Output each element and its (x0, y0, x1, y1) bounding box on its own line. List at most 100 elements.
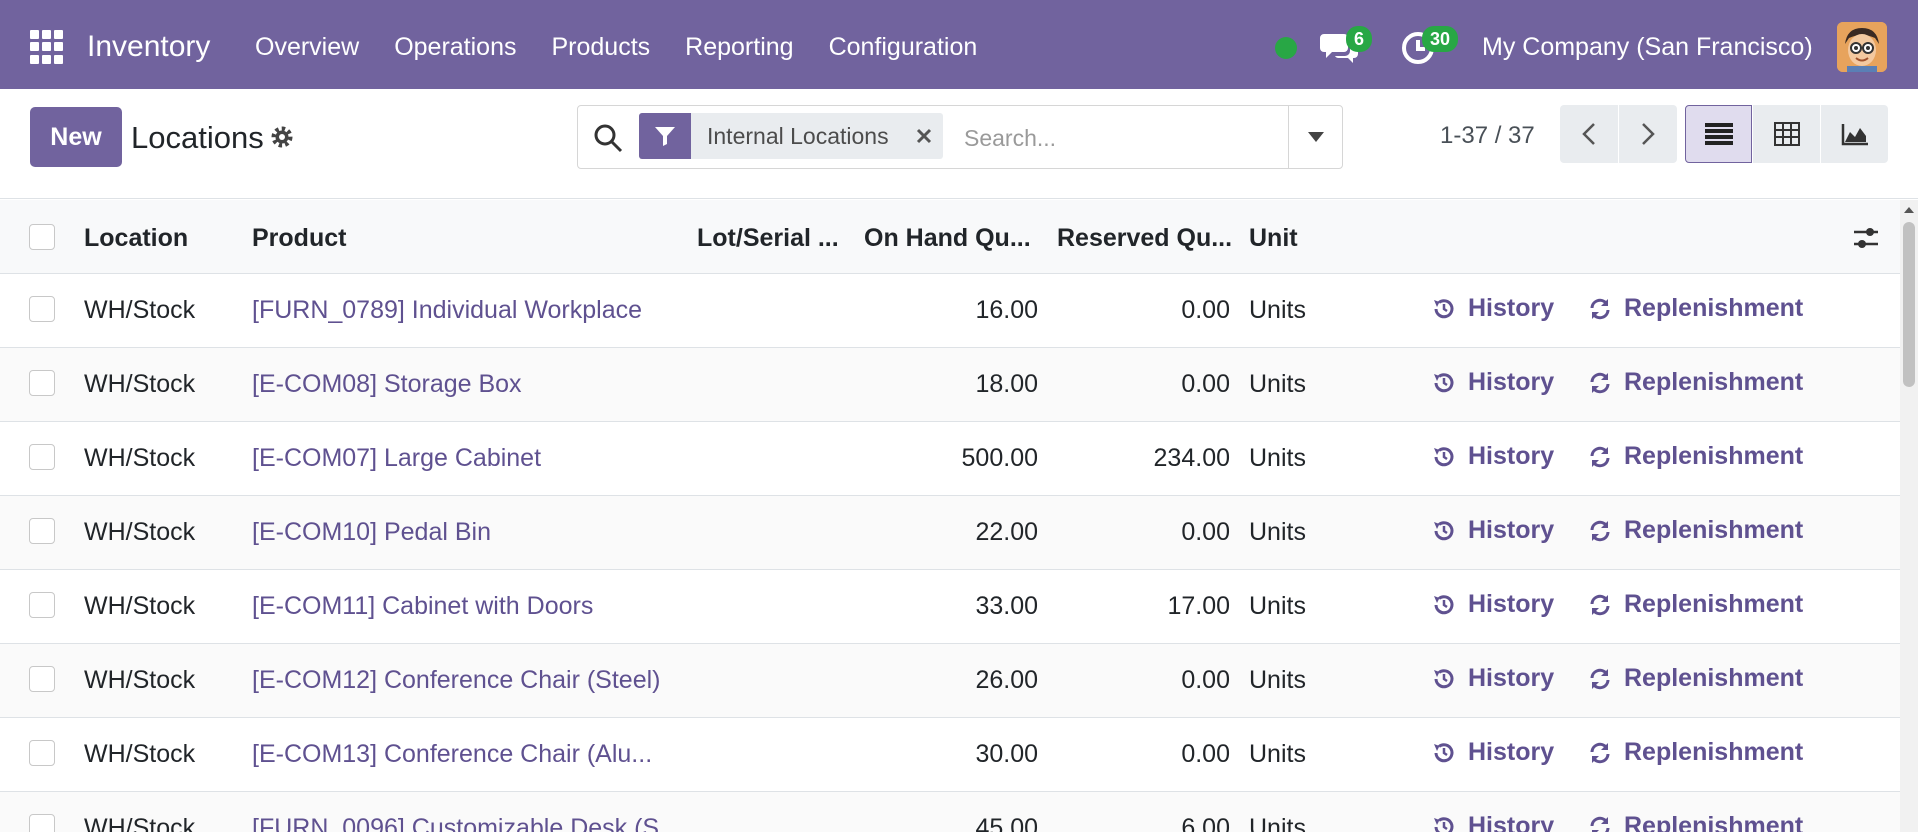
gear-icon[interactable] (269, 124, 295, 150)
row-checkbox[interactable] (29, 518, 55, 544)
header-unit[interactable]: Unit (1249, 224, 1298, 253)
history-button[interactable]: History (1432, 664, 1554, 693)
cell-reserved: 234.00 (1153, 444, 1230, 472)
cell-unit: Units (1249, 592, 1306, 620)
cell-product[interactable]: [E-COM11] Cabinet with Doors (252, 592, 593, 621)
menu-reporting[interactable]: Reporting (685, 33, 793, 62)
replenishment-button[interactable]: Replenishment (1588, 738, 1803, 767)
header-on-hand[interactable]: On Hand Qu... (864, 224, 1031, 253)
replenishment-button[interactable]: Replenishment (1588, 294, 1803, 323)
new-button[interactable]: New (30, 107, 122, 167)
scroll-up-arrow-icon[interactable] (1903, 203, 1915, 217)
optional-columns-icon[interactable] (1852, 224, 1880, 252)
row-checkbox[interactable] (29, 444, 55, 470)
history-button[interactable]: History (1432, 294, 1554, 323)
top-navbar: Inventory Overview Operations Products R… (0, 0, 1918, 89)
close-icon[interactable] (905, 113, 943, 159)
table-icon (1773, 122, 1800, 146)
search-input[interactable] (964, 116, 1284, 160)
history-label: History (1468, 738, 1555, 766)
header-product[interactable]: Product (252, 224, 346, 253)
menu-overview[interactable]: Overview (255, 33, 359, 62)
pivot-view-button[interactable] (1753, 105, 1820, 163)
graph-view-button[interactable] (1821, 105, 1888, 163)
replenishment-button[interactable]: Replenishment (1588, 812, 1803, 832)
history-label: History (1468, 516, 1555, 544)
company-switcher[interactable]: My Company (San Francisco) (1482, 33, 1813, 62)
history-button[interactable]: History (1432, 368, 1554, 397)
table-row[interactable]: WH/Stock [E-COM10] Pedal Bin 22.00 0.00 … (0, 496, 1900, 570)
table-row[interactable]: WH/Stock [E-COM12] Conference Chair (Ste… (0, 644, 1900, 718)
row-checkbox[interactable] (29, 370, 55, 396)
search-facet: Internal Locations (639, 113, 943, 159)
pager-previous-button[interactable] (1560, 105, 1618, 163)
menu-products[interactable]: Products (551, 33, 650, 62)
menu-configuration[interactable]: Configuration (829, 33, 978, 62)
cell-product[interactable]: [FURN_0789] Individual Workplace (252, 296, 642, 325)
table-row[interactable]: WH/Stock [FURN_0789] Individual Workplac… (0, 274, 1900, 348)
replenishment-button[interactable]: Replenishment (1588, 368, 1803, 397)
history-label: History (1468, 442, 1555, 470)
refresh-icon (1590, 372, 1610, 393)
history-button[interactable]: History (1432, 590, 1554, 619)
table-row[interactable]: WH/Stock [E-COM11] Cabinet with Doors 33… (0, 570, 1900, 644)
list-view-button[interactable] (1685, 105, 1752, 163)
cell-product[interactable]: [E-COM10] Pedal Bin (252, 518, 491, 547)
history-button[interactable]: History (1432, 738, 1554, 767)
area-chart-icon (1841, 124, 1868, 146)
search-options-toggle[interactable] (1288, 106, 1342, 168)
row-checkbox[interactable] (29, 592, 55, 618)
table-row[interactable]: WH/Stock [E-COM07] Large Cabinet 500.00 … (0, 422, 1900, 496)
row-checkbox[interactable] (29, 814, 55, 832)
replenishment-button[interactable]: Replenishment (1588, 590, 1803, 619)
apps-menu-icon[interactable] (30, 30, 64, 64)
cell-reserved: 17.00 (1167, 592, 1230, 620)
header-location[interactable]: Location (84, 224, 188, 253)
replenishment-label: Replenishment (1624, 294, 1804, 322)
cell-on-hand: 33.00 (975, 592, 1038, 620)
history-label: History (1468, 664, 1555, 692)
history-icon (1434, 446, 1454, 466)
refresh-icon (1590, 520, 1610, 541)
refresh-icon (1590, 668, 1610, 689)
replenishment-button[interactable]: Replenishment (1588, 664, 1803, 693)
user-avatar[interactable] (1837, 22, 1887, 72)
cell-reserved: 0.00 (1181, 740, 1230, 768)
replenishment-label: Replenishment (1624, 812, 1804, 832)
table-row[interactable]: WH/Stock [FURN_0096] Customizable Desk (… (0, 792, 1900, 832)
history-button[interactable]: History (1432, 812, 1554, 832)
header-reserved[interactable]: Reserved Qu... (1057, 224, 1232, 253)
history-button[interactable]: History (1432, 442, 1554, 471)
replenishment-button[interactable]: Replenishment (1588, 442, 1803, 471)
table-row[interactable]: WH/Stock [E-COM13] Conference Chair (Alu… (0, 718, 1900, 792)
row-checkbox[interactable] (29, 666, 55, 692)
cell-product[interactable]: [FURN_0096] Customizable Desk (S... (252, 814, 680, 832)
cell-product[interactable]: [E-COM12] Conference Chair (Steel) (252, 666, 660, 695)
pager-next-button[interactable] (1619, 105, 1677, 163)
table-row[interactable]: WH/Stock [E-COM08] Storage Box 18.00 0.0… (0, 348, 1900, 422)
cell-reserved: 0.00 (1181, 296, 1230, 324)
cell-reserved: 6.00 (1181, 814, 1230, 832)
pager-value[interactable]: 1-37 / 37 (1440, 122, 1535, 150)
cell-unit: Units (1249, 444, 1306, 472)
row-checkbox[interactable] (29, 740, 55, 766)
row-checkbox[interactable] (29, 296, 55, 322)
cell-on-hand: 500.00 (961, 444, 1038, 472)
app-name[interactable]: Inventory (87, 30, 210, 64)
cell-unit: Units (1249, 518, 1306, 546)
search-icon[interactable] (592, 122, 624, 154)
scrollbar-thumb[interactable] (1903, 222, 1915, 387)
history-button[interactable]: History (1432, 516, 1554, 545)
menu-operations[interactable]: Operations (394, 33, 516, 62)
cell-product[interactable]: [E-COM07] Large Cabinet (252, 444, 541, 473)
cell-unit: Units (1249, 370, 1306, 398)
cell-product[interactable]: [E-COM08] Storage Box (252, 370, 522, 399)
replenishment-button[interactable]: Replenishment (1588, 516, 1803, 545)
select-all-checkbox[interactable] (29, 224, 55, 250)
cell-product[interactable]: [E-COM13] Conference Chair (Alu... (252, 740, 652, 769)
refresh-icon (1590, 816, 1610, 832)
cell-unit: Units (1249, 666, 1306, 694)
header-lot-serial[interactable]: Lot/Serial ... (697, 224, 839, 253)
replenishment-label: Replenishment (1624, 516, 1804, 544)
cell-on-hand: 30.00 (975, 740, 1038, 768)
